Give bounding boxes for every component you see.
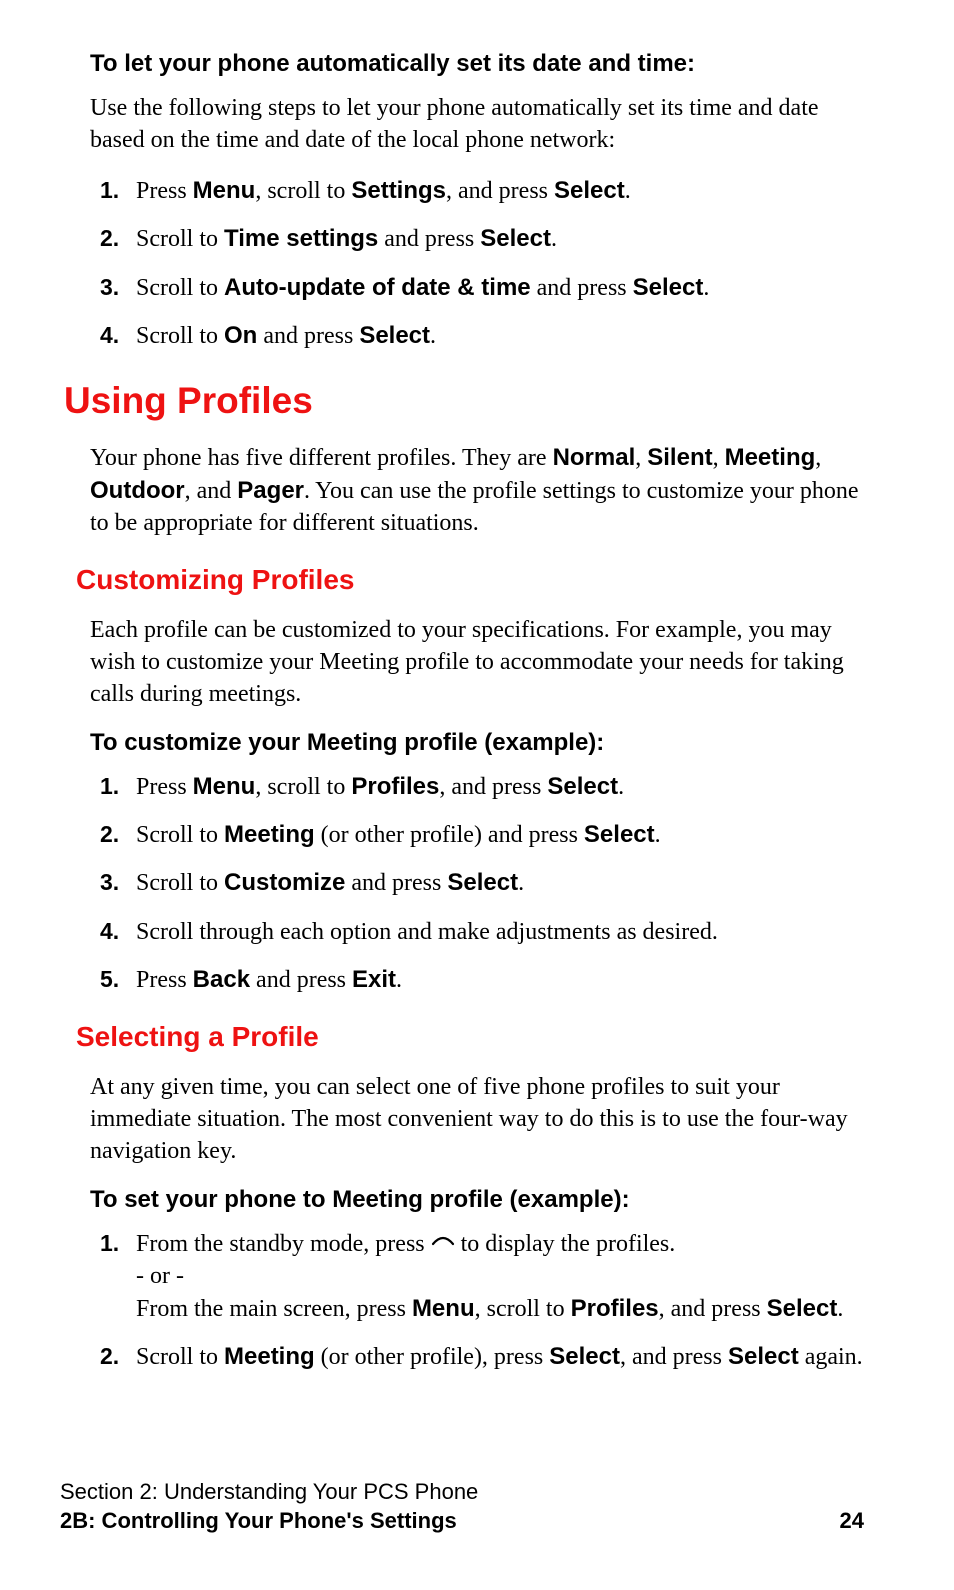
footer-section: Section 2: Understanding Your PCS Phone	[60, 1477, 864, 1507]
list-item: 5. Press Back and press Exit.	[100, 964, 864, 996]
step-text: From the standby mode, press to display …	[136, 1231, 843, 1322]
customizing-profiles-heading: Customizing Profiles	[76, 564, 864, 596]
page-footer: Section 2: Understanding Your PCS Phone …	[60, 1477, 864, 1536]
step-text: Press Back and press Exit.	[136, 967, 402, 993]
auto-date-steps: 1. Press Menu, scroll to Settings, and p…	[100, 175, 864, 353]
selecting-steps: 1. From the standby mode, press to displ…	[100, 1228, 864, 1374]
customizing-intro: Each profile can be customized to your s…	[90, 614, 864, 711]
step-text: Press Menu, scroll to Profiles, and pres…	[136, 774, 624, 800]
list-item: 4. Scroll through each option and make a…	[100, 916, 864, 948]
selecting-profile-heading: Selecting a Profile	[76, 1021, 864, 1053]
step-text: Scroll to Meeting (or other profile), pr…	[136, 1344, 863, 1370]
step-text: Scroll to Auto-update of date & time and…	[136, 275, 709, 301]
list-item: 3. Scroll to Auto-update of date & time …	[100, 272, 864, 304]
step-number: 3.	[100, 272, 119, 303]
list-item: 2. Scroll to Meeting (or other profile),…	[100, 1341, 864, 1373]
selecting-lead: To set your phone to Meeting profile (ex…	[90, 1186, 864, 1214]
auto-date-intro: Use the following steps to let your phon…	[90, 92, 864, 157]
list-item: 2. Scroll to Meeting (or other profile) …	[100, 819, 864, 851]
step-text: Scroll to Customize and press Select.	[136, 870, 524, 896]
step-number: 3.	[100, 867, 119, 898]
list-item: 1. Press Menu, scroll to Settings, and p…	[100, 175, 864, 207]
step-text: Scroll through each option and make adju…	[136, 919, 718, 945]
customizing-lead: To customize your Meeting profile (examp…	[90, 729, 864, 757]
step-number: 2.	[100, 1341, 119, 1372]
step-number: 4.	[100, 916, 119, 947]
step-text: Press Menu, scroll to Settings, and pres…	[136, 178, 631, 204]
list-item: 1. From the standby mode, press to displ…	[100, 1228, 864, 1325]
up-arc-icon	[431, 1234, 455, 1248]
step-number: 5.	[100, 964, 119, 995]
selecting-intro: At any given time, you can select one of…	[90, 1071, 864, 1168]
list-item: 3. Scroll to Customize and press Select.	[100, 867, 864, 899]
using-profiles-heading: Using Profiles	[64, 380, 864, 422]
auto-date-heading: To let your phone automatically set its …	[90, 50, 864, 78]
footer-subsection: 2B: Controlling Your Phone's Settings	[60, 1506, 457, 1536]
step-text: Scroll to Meeting (or other profile) and…	[136, 822, 661, 848]
list-item: 2. Scroll to Time settings and press Sel…	[100, 223, 864, 255]
document-page: To let your phone automatically set its …	[0, 0, 954, 1590]
list-item: 1. Press Menu, scroll to Profiles, and p…	[100, 771, 864, 803]
step-number: 2.	[100, 223, 119, 254]
step-number: 4.	[100, 320, 119, 351]
step-number: 1.	[100, 175, 119, 206]
customizing-steps: 1. Press Menu, scroll to Profiles, and p…	[100, 771, 864, 997]
page-number: 24	[840, 1506, 864, 1536]
list-item: 4. Scroll to On and press Select.	[100, 320, 864, 352]
step-number: 1.	[100, 1228, 119, 1259]
step-number: 2.	[100, 819, 119, 850]
step-text: Scroll to Time settings and press Select…	[136, 226, 557, 252]
step-text: Scroll to On and press Select.	[136, 323, 436, 349]
step-number: 1.	[100, 771, 119, 802]
profiles-intro: Your phone has five different profiles. …	[90, 442, 864, 539]
